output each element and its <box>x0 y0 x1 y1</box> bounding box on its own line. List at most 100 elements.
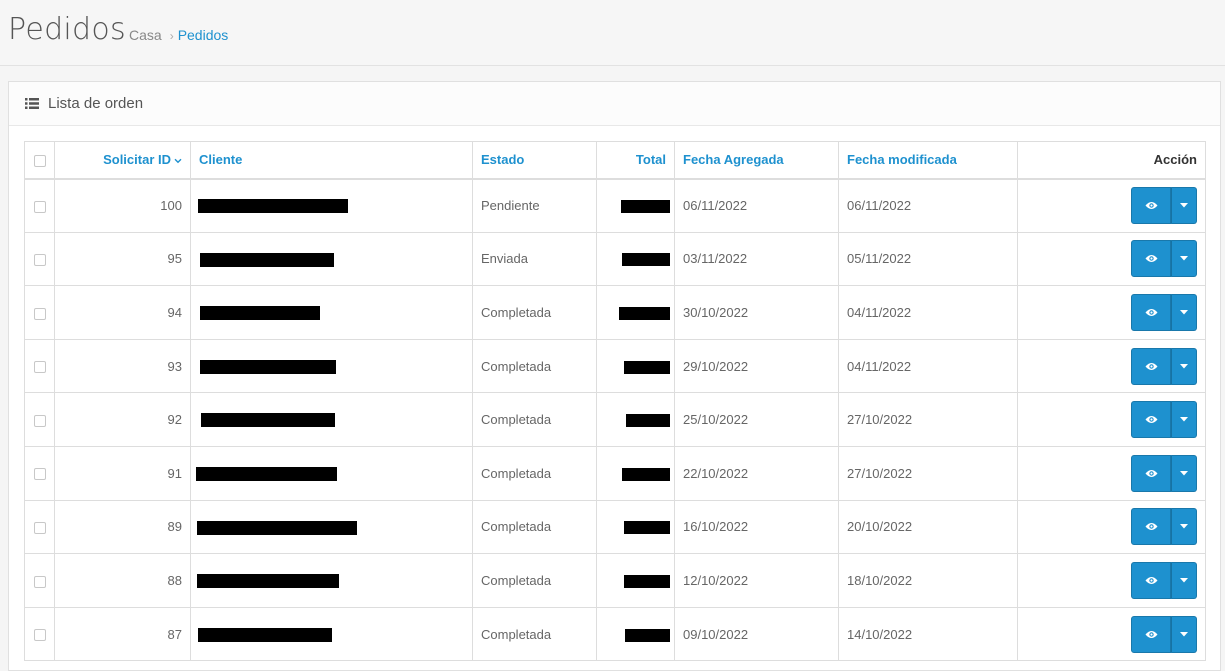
status-cell: Enviada <box>472 231 597 287</box>
eye-icon <box>1145 255 1157 263</box>
view-order-button[interactable] <box>1131 293 1171 331</box>
view-order-button[interactable] <box>1131 240 1171 278</box>
action-button-group <box>1131 454 1197 492</box>
column-header-order-id[interactable]: Solicitar ID <box>54 141 191 180</box>
table-row: 93 Completada 29/10/2022 04/11/2022 <box>24 338 1206 394</box>
total-cell <box>596 553 675 608</box>
caret-down-icon <box>1180 417 1188 422</box>
date-modified-cell: 14/10/2022 <box>838 606 1018 662</box>
action-button-group <box>1131 401 1197 439</box>
redacted-customer-name <box>200 252 334 267</box>
order-actions-dropdown-toggle[interactable] <box>1171 401 1197 439</box>
redacted-total <box>622 467 670 481</box>
row-checkbox[interactable] <box>33 468 46 481</box>
row-checkbox-cell <box>24 499 55 555</box>
caret-down-icon <box>1180 203 1188 208</box>
date-added-cell: 09/10/2022 <box>674 606 839 662</box>
column-header-date-added[interactable]: Fecha Agregada <box>674 141 839 180</box>
order-actions-dropdown-toggle[interactable] <box>1171 561 1197 599</box>
date-added-cell: 29/10/2022 <box>674 338 839 394</box>
status-cell: Completada <box>472 338 597 394</box>
caret-down-icon <box>1180 524 1188 529</box>
customer-cell <box>190 445 473 501</box>
eye-icon <box>1145 308 1157 316</box>
row-checkbox[interactable] <box>33 307 46 320</box>
breadcrumb-home-link[interactable]: Casa <box>129 27 162 43</box>
date-added-cell: 30/10/2022 <box>674 285 839 340</box>
total-cell <box>596 178 675 233</box>
action-button-group <box>1131 615 1197 653</box>
order-actions-dropdown-toggle[interactable] <box>1171 240 1197 278</box>
chevron-down-icon <box>174 158 182 164</box>
order-actions-dropdown-toggle[interactable] <box>1171 347 1197 385</box>
row-checkbox[interactable] <box>33 414 46 427</box>
view-order-button[interactable] <box>1131 561 1171 599</box>
order-actions-dropdown-toggle[interactable] <box>1171 293 1197 331</box>
status-cell: Completada <box>472 285 597 340</box>
status-cell: Completada <box>472 392 597 447</box>
caret-down-icon <box>1180 631 1188 637</box>
date-added-cell: 25/10/2022 <box>674 392 839 447</box>
row-checkbox[interactable] <box>33 629 46 642</box>
view-order-button[interactable] <box>1131 187 1171 225</box>
row-checkbox-cell <box>24 231 55 287</box>
caret-down-icon <box>1180 256 1188 261</box>
total-cell <box>596 445 675 501</box>
table-row: 100 Pendiente 06/11/2022 06/11/2022 <box>24 178 1206 233</box>
column-header-action: Acción <box>1017 141 1206 180</box>
table-header-row: Solicitar ID Cliente Estado Total Fecha … <box>24 141 1206 180</box>
page-header: Pedidos Casa › Pedidos <box>0 0 1225 66</box>
order-id-cell: 100 <box>54 178 191 233</box>
action-button-group <box>1131 561 1197 599</box>
order-id-cell: 95 <box>54 231 191 287</box>
date-added-cell: 16/10/2022 <box>674 499 839 555</box>
page-title: Pedidos <box>8 12 126 47</box>
eye-icon <box>1145 416 1157 424</box>
redacted-customer-name <box>197 574 339 589</box>
redacted-total <box>624 574 670 588</box>
status-cell: Completada <box>472 499 597 555</box>
table-row: 87 Completada 09/10/2022 14/10/2022 <box>24 606 1206 662</box>
order-actions-dropdown-toggle[interactable] <box>1171 508 1197 546</box>
row-checkbox[interactable] <box>33 575 46 588</box>
order-actions-dropdown-toggle[interactable] <box>1171 615 1197 653</box>
column-header-status[interactable]: Estado <box>472 141 597 180</box>
panel-title: Lista de orden <box>48 95 144 112</box>
row-checkbox-cell <box>24 338 55 394</box>
view-order-button[interactable] <box>1131 615 1171 653</box>
order-id-cell: 94 <box>54 285 191 340</box>
row-checkbox[interactable] <box>33 253 46 266</box>
row-checkbox[interactable] <box>33 200 46 213</box>
view-order-button[interactable] <box>1131 454 1171 492</box>
eye-icon <box>1145 469 1157 477</box>
redacted-total <box>625 628 670 642</box>
view-order-button[interactable] <box>1131 401 1171 439</box>
view-order-button[interactable] <box>1131 347 1171 385</box>
caret-down-icon <box>1180 470 1188 476</box>
customer-cell <box>190 338 473 394</box>
redacted-total <box>621 200 670 214</box>
select-all-checkbox[interactable] <box>33 154 46 167</box>
total-cell <box>596 499 675 555</box>
row-checkbox-cell <box>24 178 55 233</box>
column-header-customer[interactable]: Cliente <box>190 141 473 180</box>
order-actions-dropdown-toggle[interactable] <box>1171 454 1197 492</box>
order-id-cell: 92 <box>54 392 191 447</box>
column-header-date-modified[interactable]: Fecha modificada <box>838 141 1018 180</box>
action-cell <box>1017 606 1206 662</box>
order-actions-dropdown-toggle[interactable] <box>1171 187 1197 225</box>
action-button-group <box>1131 508 1197 546</box>
caret-down-icon <box>1180 577 1188 583</box>
list-icon <box>25 98 39 109</box>
redacted-customer-name <box>200 359 336 374</box>
column-header-total[interactable]: Total <box>596 141 675 180</box>
view-order-button[interactable] <box>1131 508 1171 546</box>
breadcrumb-current-link[interactable]: Pedidos <box>178 27 229 43</box>
total-cell <box>596 231 675 287</box>
customer-cell <box>190 285 473 340</box>
row-checkbox[interactable] <box>33 521 46 534</box>
customer-cell <box>190 231 473 287</box>
status-cell: Completada <box>472 445 597 501</box>
row-checkbox[interactable] <box>33 361 46 374</box>
status-cell: Pendiente <box>472 178 597 233</box>
